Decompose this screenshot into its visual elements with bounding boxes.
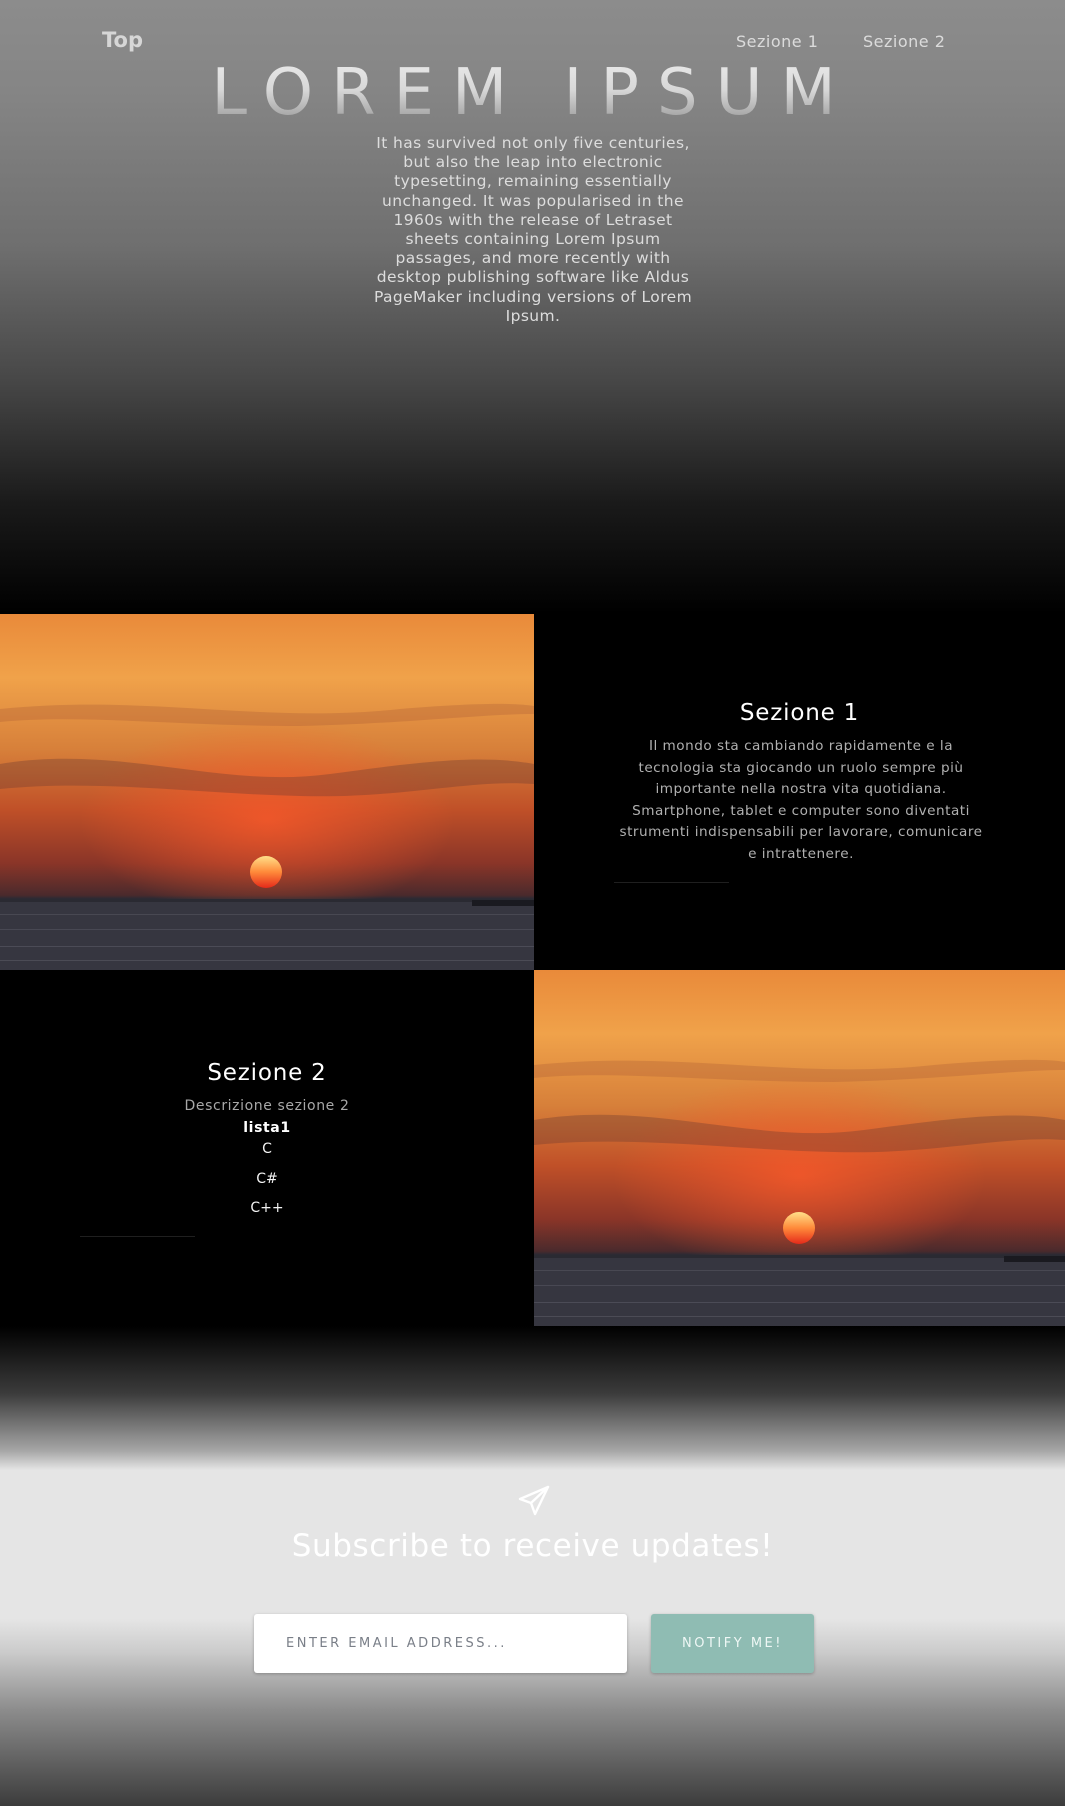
section-2-divider xyxy=(80,1236,195,1237)
section-1-text: Il mondo sta cambiando rapidamente e la … xyxy=(619,738,983,862)
section-1: Sezione 1 Il mondo sta cambiando rapidam… xyxy=(534,614,1065,970)
section-2: Sezione 2 Descrizione sezione 2 lista1 C… xyxy=(0,970,534,1326)
hero-title: LOREM IPSUM xyxy=(0,56,1065,130)
sunset-image-2-graphic xyxy=(534,970,1065,1326)
subscribe-title: Subscribe to receive updates! xyxy=(291,1528,774,1564)
sunset-image-1 xyxy=(0,614,534,970)
list-item: C++ xyxy=(250,1200,284,1216)
section-2-list: C C# C++ xyxy=(0,1142,534,1231)
section-1-divider xyxy=(614,882,729,883)
list-item: C# xyxy=(256,1170,278,1187)
section-1-title: Sezione 1 xyxy=(739,700,860,726)
section-2-description: Descrizione sezione 2 xyxy=(184,1098,350,1114)
paper-plane-icon xyxy=(518,1485,550,1516)
sunset-image-2 xyxy=(534,970,1065,1326)
subscribe-section: Subscribe to receive updates! NOTIFY ME! xyxy=(0,1326,1065,1806)
notify-me-button[interactable]: NOTIFY ME! xyxy=(651,1614,814,1673)
nav-link-sezione-2[interactable]: Sezione 2 xyxy=(863,32,945,51)
hero-section: Top Sezione 1 Sezione 2 LOREM IPSUM It h… xyxy=(0,0,1065,614)
list-item: C xyxy=(262,1141,272,1157)
nav-brand-top[interactable]: Top xyxy=(102,28,143,52)
section-2-title: Sezione 2 xyxy=(207,1060,327,1086)
sunset-image-1-graphic xyxy=(0,614,534,970)
email-input[interactable] xyxy=(254,1614,627,1673)
hero-text: It has survived not only five centuries,… xyxy=(373,134,693,325)
nav-link-sezione-1[interactable]: Sezione 1 xyxy=(736,32,818,51)
section-2-list-title: lista1 xyxy=(243,1120,291,1136)
